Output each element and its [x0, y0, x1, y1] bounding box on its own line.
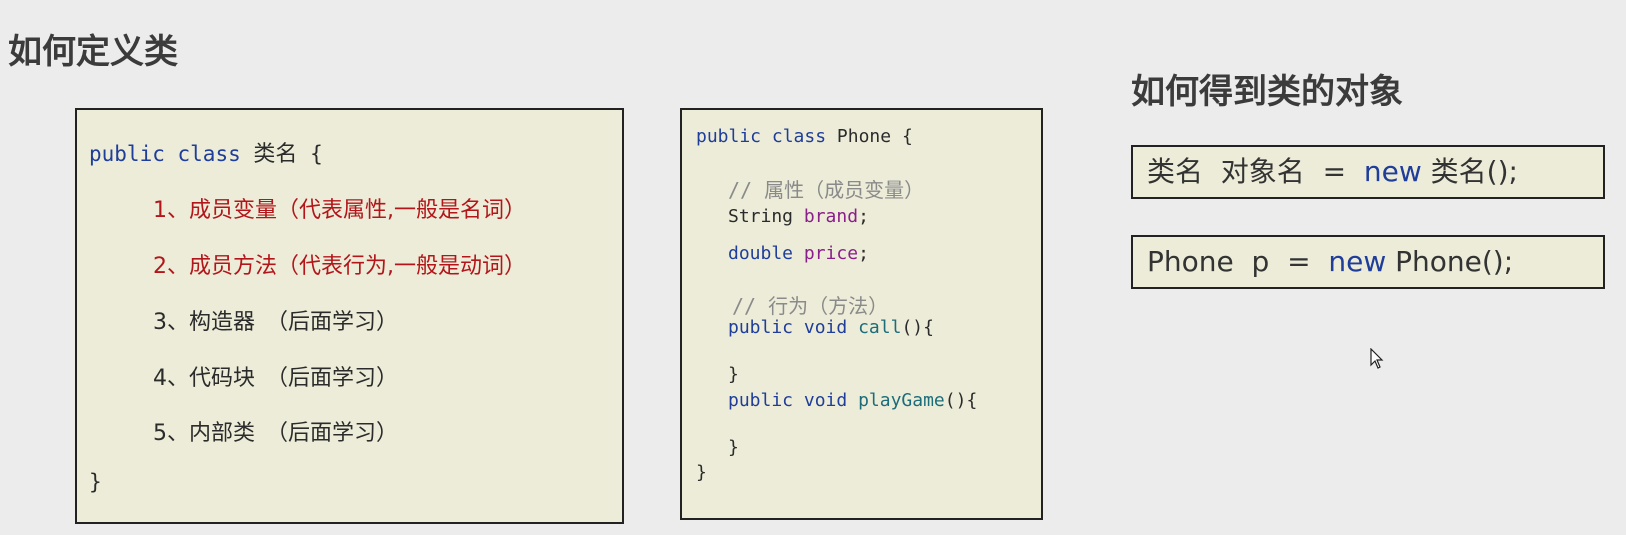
public-keyword: public [89, 142, 165, 166]
comment-slash: // [732, 294, 769, 318]
field-type: String [728, 206, 794, 227]
method-playgame-close: } [728, 437, 739, 458]
method-call-signature: public void call(){ [728, 317, 934, 338]
class-template-box: public class 类名 { 1、成员变量（代表属性,一般是名词） 2、成… [75, 108, 624, 524]
void-keyword: void [803, 390, 848, 411]
define-class-title: 如何定义类 [8, 32, 178, 72]
member-item-methods: 2、成员方法（代表行为,一般是动词） [153, 254, 526, 279]
member-item-inner-class: 5、内部类 （后面学习） [153, 421, 398, 446]
open-brace: { [310, 142, 323, 166]
phone-declaration-line: public class Phone { [696, 126, 913, 147]
method-parens: (){ [901, 317, 934, 338]
comment-methods: // 行为（方法） [732, 290, 888, 319]
open-brace: { [901, 126, 913, 147]
public-keyword: public [728, 390, 794, 411]
generic-object-syntax: 类名 对象名 = new 类名(); [1131, 145, 1605, 199]
method-parens: (){ [944, 390, 978, 411]
method-name-playgame: playGame [858, 390, 945, 411]
method-call-close: } [728, 364, 739, 385]
method-name-call: call [858, 317, 902, 338]
field-brand-line: String brand; [728, 206, 869, 227]
comment-fields-text: 属性（成员变量） [764, 178, 925, 202]
semicolon: ; [858, 243, 869, 264]
phone-class-example-box: public class Phone { // 属性（成员变量） String … [680, 108, 1043, 520]
public-keyword: public [728, 317, 794, 338]
new-keyword: new [1363, 155, 1422, 188]
class-name-placeholder: 类名 [253, 142, 298, 167]
close-brace: } [89, 470, 102, 494]
public-keyword: public [696, 126, 762, 147]
comment-slash: // [728, 178, 765, 202]
field-name-price: price [803, 243, 859, 264]
phone-class-name: Phone [836, 126, 892, 147]
syntax-prefix: 类名 对象名 = [1147, 155, 1364, 188]
mouse-cursor-icon [1370, 348, 1384, 369]
new-keyword: new [1328, 245, 1387, 278]
syntax-prefix: Phone p = [1147, 245, 1329, 278]
method-playgame-signature: public void playGame(){ [728, 390, 977, 411]
field-type: double [728, 243, 794, 264]
class-keyword: class [771, 126, 827, 147]
phone-object-syntax: Phone p = new Phone(); [1131, 235, 1605, 289]
syntax-suffix: 类名(); [1421, 155, 1518, 188]
member-item-constructor: 3、构造器 （后面学习） [153, 310, 398, 335]
semicolon: ; [858, 206, 869, 227]
comment-fields: // 属性（成员变量） [728, 174, 924, 203]
member-item-fields: 1、成员变量（代表属性,一般是名词） [153, 198, 526, 223]
class-declaration-line: public class 类名 { [89, 136, 323, 168]
field-name-brand: brand [803, 206, 859, 227]
member-item-code-block: 4、代码块 （后面学习） [153, 366, 398, 391]
field-price-line: double price; [728, 243, 869, 264]
close-brace: } [696, 462, 707, 483]
void-keyword: void [803, 317, 848, 338]
get-object-title: 如何得到类的对象 [1131, 72, 1403, 112]
class-keyword: class [177, 142, 241, 166]
comment-methods-text: 行为（方法） [768, 294, 889, 318]
syntax-suffix: Phone(); [1386, 245, 1514, 278]
